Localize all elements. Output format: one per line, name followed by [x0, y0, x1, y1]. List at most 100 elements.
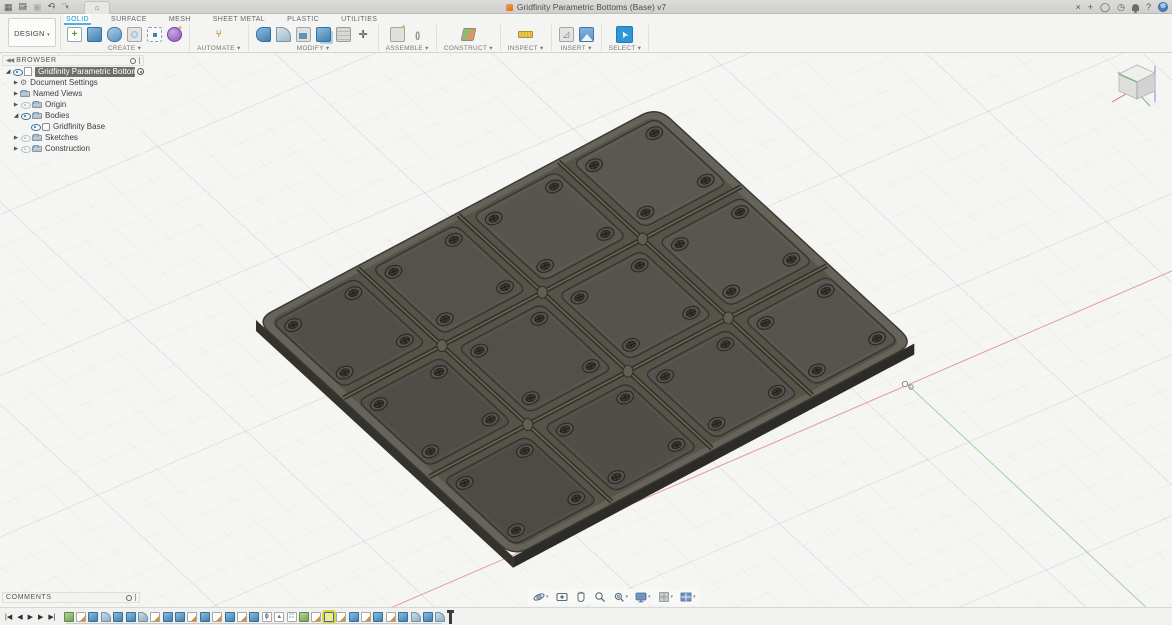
press-pull-icon[interactable] — [256, 27, 271, 42]
timeline-feature-form[interactable] — [64, 612, 74, 622]
joint-icon[interactable]: () — [410, 27, 425, 42]
view-cube[interactable] — [1110, 56, 1166, 112]
fillet-icon[interactable] — [276, 27, 291, 42]
display-settings-icon[interactable]: ▾ — [635, 591, 651, 603]
expand-icon[interactable]: ▶ — [12, 91, 20, 97]
activate-component-icon[interactable] — [137, 68, 144, 75]
visibility-eye-icon[interactable] — [20, 145, 30, 153]
job-status-icon[interactable]: ◷ — [1117, 0, 1125, 14]
timeline-feature-extrude[interactable] — [349, 612, 359, 622]
visibility-eye-icon[interactable] — [30, 123, 40, 131]
timeline-feature-sketch[interactable] — [150, 612, 160, 622]
extrude-icon[interactable] — [87, 27, 102, 42]
visibility-eye-icon[interactable] — [20, 101, 30, 109]
timeline-feature-extrude[interactable] — [163, 612, 173, 622]
expand-icon[interactable]: ◢ — [4, 68, 12, 75]
timeline-playhead[interactable] — [449, 610, 452, 624]
browser-options-icon[interactable] — [130, 58, 136, 64]
timeline-feature-mirror[interactable]: ɸ — [262, 612, 272, 622]
extensions-icon[interactable]: ◯ — [1100, 0, 1110, 14]
step-back-button[interactable]: ◀ — [17, 613, 22, 621]
timeline-feature-extrude[interactable] — [249, 612, 259, 622]
visibility-eye-icon[interactable] — [12, 68, 22, 76]
viewport-canvas[interactable] — [0, 53, 1172, 607]
visibility-eye-icon[interactable] — [20, 134, 30, 142]
split-body-icon[interactable] — [336, 27, 351, 42]
timeline-feature-sketch[interactable] — [237, 612, 247, 622]
browser-item-document-settings[interactable]: ▶ ⚙ Document Settings — [10, 78, 144, 89]
measure-icon[interactable] — [518, 31, 533, 38]
comments-header[interactable]: COMMENTS — [2, 592, 140, 603]
timeline-scrollbar[interactable] — [66, 623, 442, 624]
grid-and-snaps-icon[interactable]: ▾ — [658, 591, 674, 603]
zoom-icon[interactable] — [594, 591, 606, 603]
insert-label[interactable]: INSERT ▾ — [561, 44, 592, 52]
timeline-feature-sketch[interactable] — [386, 612, 396, 622]
look-at-icon[interactable] — [556, 591, 568, 603]
pan-icon[interactable] — [575, 591, 587, 603]
expand-icon[interactable]: ▶ — [12, 80, 20, 86]
timeline-feature-loft[interactable]: ▲ — [274, 612, 284, 622]
automate-icon[interactable]: ⑂ — [211, 27, 226, 42]
timeline-feature-extrude[interactable] — [175, 612, 185, 622]
timeline-feature-extrude[interactable] — [126, 612, 136, 622]
viewports-icon[interactable]: ▾ — [680, 591, 696, 603]
root-component-label[interactable]: Gridfinity Parametric Bottom... — [35, 67, 135, 77]
comments-options-icon[interactable] — [126, 595, 132, 601]
timeline-feature-extrude[interactable] — [324, 612, 334, 622]
browser-item-named-views[interactable]: ▶ Named Views — [10, 89, 144, 100]
timeline-feature-extrude[interactable] — [398, 612, 408, 622]
browser-header[interactable]: ◀◀ BROWSER — [2, 55, 144, 66]
construction-plane-icon[interactable] — [460, 28, 476, 41]
timeline-feature-form[interactable] — [299, 612, 309, 622]
timeline-feature-fillet[interactable] — [138, 612, 148, 622]
expand-icon[interactable]: ▶ — [12, 146, 20, 152]
timeline-feature-extrude[interactable] — [373, 612, 383, 622]
canvas-icon[interactable] — [579, 27, 594, 42]
timeline-feature-fillet[interactable] — [101, 612, 111, 622]
browser-item-origin[interactable]: ▶ Origin — [10, 100, 144, 111]
timeline-feature-sketch[interactable] — [311, 612, 321, 622]
expand-icon[interactable]: ▶ — [12, 102, 20, 108]
step-forward-button[interactable]: ▶ — [38, 613, 43, 621]
construct-label[interactable]: CONSTRUCT ▾ — [444, 44, 493, 52]
tab-surface[interactable]: SURFACE — [109, 14, 149, 25]
timeline-feature-extrude[interactable] — [88, 612, 98, 622]
timeline-feature-sketch[interactable] — [76, 612, 86, 622]
shell-icon[interactable] — [296, 27, 311, 42]
timeline-feature-sketch[interactable] — [212, 612, 222, 622]
timeline-feature-extrude[interactable] — [200, 612, 210, 622]
timeline-feature-extrude[interactable] — [423, 612, 433, 622]
create-form-icon[interactable] — [167, 27, 182, 42]
timeline-feature-sketch[interactable] — [336, 612, 346, 622]
timeline-feature-sketch[interactable] — [187, 612, 197, 622]
orbit-icon[interactable]: ▾ — [533, 591, 549, 603]
hole-icon[interactable] — [127, 27, 142, 42]
timeline-feature-extrude[interactable] — [113, 612, 123, 622]
create-sketch-icon[interactable]: + — [67, 27, 82, 42]
select-label[interactable]: SELECT ▾ — [609, 44, 642, 52]
new-component-icon[interactable] — [390, 27, 405, 42]
collapse-panel-icon[interactable]: ◀◀ — [6, 57, 13, 64]
notifications-icon[interactable] — [1132, 4, 1139, 11]
browser-root-component[interactable]: ◢ Gridfinity Parametric Bottom... — [2, 67, 144, 78]
expand-icon[interactable]: ◢ — [12, 112, 20, 119]
assemble-label[interactable]: ASSEMBLE ▾ — [386, 44, 429, 52]
skip-to-start-button[interactable]: |◀ — [5, 613, 12, 621]
automate-label[interactable]: AUTOMATE ▾ — [197, 44, 241, 52]
expand-icon[interactable]: ▶ — [12, 135, 20, 141]
timeline-feature-extrude[interactable] — [225, 612, 235, 622]
timeline-feature-sketch[interactable] — [361, 612, 371, 622]
tab-solid[interactable]: SOLID — [64, 14, 91, 25]
profile-avatar[interactable] — [1158, 2, 1168, 12]
skip-to-end-button[interactable]: ▶| — [48, 613, 55, 621]
fit-icon[interactable]: ▾ — [613, 591, 629, 603]
browser-item-sketches[interactable]: ▶ Sketches — [10, 133, 144, 144]
pattern-icon[interactable] — [147, 27, 162, 42]
close-tab-icon[interactable]: × — [1076, 0, 1081, 14]
workspace-selector[interactable]: DESIGN ▾ — [8, 18, 56, 47]
timeline-feature-fillet[interactable] — [411, 612, 421, 622]
tab-sheet-metal[interactable]: SHEET METAL — [211, 14, 267, 25]
timeline-feature-pattern[interactable]: ∷ — [287, 612, 297, 622]
revolve-icon[interactable] — [107, 27, 122, 42]
